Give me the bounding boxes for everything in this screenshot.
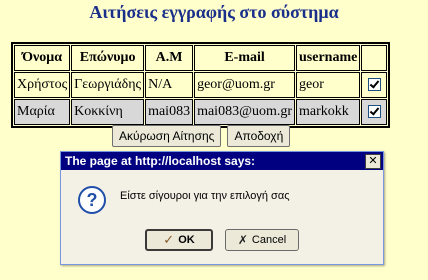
- cell-select: [361, 99, 388, 125]
- col-header-am: Α.Μ: [145, 45, 194, 71]
- dialog-titlebar[interactable]: The page at http://localhost says:: [61, 152, 383, 170]
- accept-button[interactable]: Αποδοχή: [227, 125, 291, 147]
- cancel-request-button[interactable]: Ακύρωση Αίτησης: [112, 125, 222, 147]
- page-title: Αιτήσεις εγγραφής στο σύστημα: [89, 2, 339, 22]
- question-icon: ?: [78, 186, 106, 214]
- ok-button[interactable]: ✓ OK: [145, 229, 213, 251]
- cell-email: mai083@uom.gr: [194, 99, 296, 125]
- row-checkbox[interactable]: [367, 78, 381, 92]
- requests-table: Όνομα Επώνυμο Α.Μ E-mail username Χρήστο…: [11, 42, 391, 128]
- svg-text:?: ?: [87, 190, 98, 210]
- x-icon: ✗: [237, 233, 248, 247]
- cell-first-name: Χρήστος: [14, 72, 71, 98]
- col-header-username: username: [296, 45, 361, 71]
- table-header-row: Όνομα Επώνυμο Α.Μ E-mail username: [14, 45, 388, 71]
- cell-select: [361, 72, 388, 98]
- col-header-first-name: Όνομα: [14, 45, 71, 71]
- cell-email: geor@uom.gr: [194, 72, 296, 98]
- table-row: Μαρία Κοκκίνη mai083 mai083@uom.gr marko…: [14, 99, 388, 125]
- col-header-last-name: Επώνυμο: [71, 45, 145, 71]
- cell-last-name: Κοκκίνη: [71, 99, 145, 125]
- cell-am: mai083: [145, 99, 194, 125]
- check-icon: ✓: [163, 232, 175, 248]
- cell-last-name: Γεωργιάδης: [71, 72, 145, 98]
- confirm-dialog: The page at http://localhost says: ✕ ? Ε…: [60, 151, 384, 265]
- cell-username: geor: [296, 72, 361, 98]
- cell-am: N/A: [145, 72, 194, 98]
- dialog-message: Είστε σίγουροι για την επιλογή σας: [120, 190, 290, 202]
- table-row: Χρήστος Γεωργιάδης N/A geor@uom.gr geor: [14, 72, 388, 98]
- ok-label: OK: [178, 234, 195, 246]
- col-header-email: E-mail: [194, 45, 296, 71]
- cancel-button[interactable]: ✗ Cancel: [225, 229, 299, 251]
- cell-first-name: Μαρία: [14, 99, 71, 125]
- cell-username: markokk: [296, 99, 361, 125]
- cancel-label: Cancel: [251, 234, 287, 246]
- dialog-title: The page at http://localhost says:: [65, 154, 256, 168]
- close-icon[interactable]: ✕: [365, 154, 381, 169]
- row-checkbox[interactable]: [367, 105, 381, 119]
- action-buttons: Ακύρωση Αίτησης Αποδοχή: [112, 125, 292, 147]
- col-header-select: [361, 45, 388, 71]
